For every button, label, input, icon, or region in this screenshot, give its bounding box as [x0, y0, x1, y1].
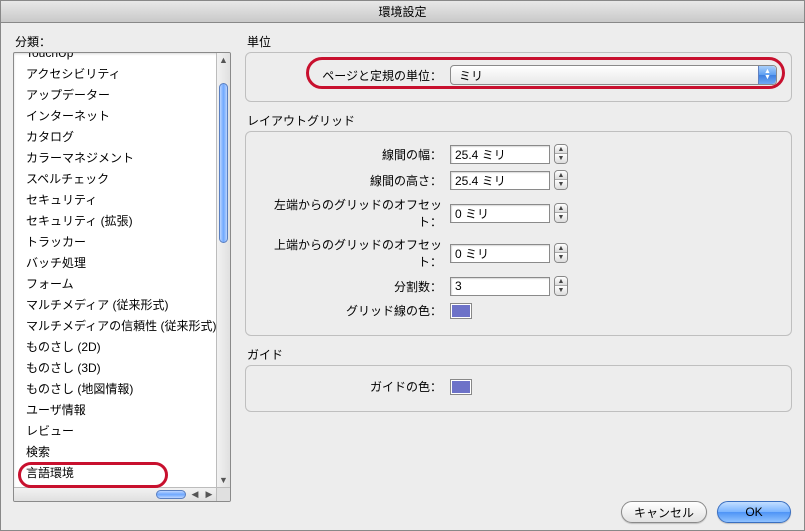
line-height-label: 線間の高さ： — [260, 172, 450, 189]
category-item[interactable]: 検索 — [14, 442, 216, 463]
grid-color-well[interactable] — [450, 303, 472, 319]
category-item[interactable]: アップデーター — [14, 85, 216, 106]
page-ruler-units-value: ミリ — [459, 67, 483, 84]
page-ruler-units-label: ページと定規の単位： — [260, 67, 450, 84]
category-item[interactable]: ユーザ情報 — [14, 400, 216, 421]
units-group: ページと定規の単位： ミリ ▲▼ — [245, 52, 792, 102]
subdivisions-input[interactable] — [450, 277, 550, 296]
category-item[interactable]: マルチメディア (従来形式) — [14, 295, 216, 316]
ok-button[interactable]: OK — [717, 501, 791, 523]
category-item[interactable]: カタログ — [14, 127, 216, 148]
offset-top-stepper[interactable]: ▲▼ — [554, 243, 568, 263]
offset-left-input[interactable] — [450, 204, 550, 223]
category-item[interactable]: ものさし (2D) — [14, 337, 216, 358]
category-item[interactable]: アクセシビリティ — [14, 64, 216, 85]
category-item[interactable]: トラッカー — [14, 232, 216, 253]
categories-horizontal-scrollbar[interactable]: ◀ ▶ — [14, 487, 216, 501]
guides-group: ガイドの色： — [245, 365, 792, 412]
scroll-down-icon[interactable]: ▼ — [217, 473, 230, 487]
page-ruler-units-select[interactable]: ミリ ▲▼ — [450, 65, 777, 85]
grid-color-label: グリッド線の色： — [260, 302, 450, 319]
scroll-thumb[interactable] — [219, 83, 228, 243]
hscroll-right-icon[interactable]: ▶ — [202, 488, 216, 501]
line-width-label: 線間の幅： — [260, 146, 450, 163]
category-item[interactable]: レビュー — [14, 421, 216, 442]
category-item[interactable]: スペルチェック — [14, 169, 216, 190]
offset-left-label: 左端からのグリッドのオフセット： — [260, 196, 450, 230]
layout-grid-group: 線間の幅： ▲▼ 線間の高さ： ▲▼ 左端からのグリッドのオフセット： ▲▼ 上… — [245, 131, 792, 336]
window-title: 環境設定 — [1, 1, 804, 23]
guide-color-well[interactable] — [450, 379, 472, 395]
hscroll-thumb[interactable] — [156, 490, 186, 499]
category-item[interactable]: ものさし (地図情報) — [14, 379, 216, 400]
line-height-stepper[interactable]: ▲▼ — [554, 170, 568, 190]
offset-top-label: 上端からのグリッドのオフセット： — [260, 236, 450, 270]
scroll-corner — [216, 487, 230, 501]
line-width-input[interactable] — [450, 145, 550, 164]
scroll-up-icon[interactable]: ▲ — [217, 53, 230, 67]
dialog-footer: キャンセル OK — [621, 501, 791, 523]
category-item[interactable]: セキュリティ — [14, 190, 216, 211]
category-item[interactable]: インターネット — [14, 106, 216, 127]
layout-grid-label: レイアウトグリッド — [245, 112, 792, 129]
categories-label: 分類： — [13, 33, 231, 50]
hscroll-left-icon[interactable]: ◀ — [188, 488, 202, 501]
categories-vertical-scrollbar[interactable]: ▲ ▼ — [216, 53, 230, 487]
offset-left-stepper[interactable]: ▲▼ — [554, 203, 568, 223]
category-item[interactable]: セキュリティ (拡張) — [14, 211, 216, 232]
category-item[interactable]: ものさし (3D) — [14, 358, 216, 379]
line-width-stepper[interactable]: ▲▼ — [554, 144, 568, 164]
units-group-label: 単位 — [245, 33, 792, 50]
category-item[interactable]: カラーマネジメント — [14, 148, 216, 169]
categories-listbox[interactable]: TouchUpアクセシビリティアップデーターインターネットカタログカラーマネジメ… — [13, 52, 231, 502]
subdivisions-label: 分割数： — [260, 278, 450, 295]
select-arrows-icon: ▲▼ — [758, 66, 776, 84]
category-item[interactable]: バッチ処理 — [14, 253, 216, 274]
category-item[interactable]: 言語環境 — [14, 463, 216, 484]
category-item[interactable]: TouchUp — [14, 53, 216, 64]
line-height-input[interactable] — [450, 171, 550, 190]
guides-group-label: ガイド — [245, 346, 792, 363]
category-item[interactable]: マルチメディアの信頼性 (従来形式) — [14, 316, 216, 337]
guide-color-label: ガイドの色： — [260, 378, 450, 395]
offset-top-input[interactable] — [450, 244, 550, 263]
subdivisions-stepper[interactable]: ▲▼ — [554, 276, 568, 296]
cancel-button[interactable]: キャンセル — [621, 501, 707, 523]
category-item[interactable]: フォーム — [14, 274, 216, 295]
